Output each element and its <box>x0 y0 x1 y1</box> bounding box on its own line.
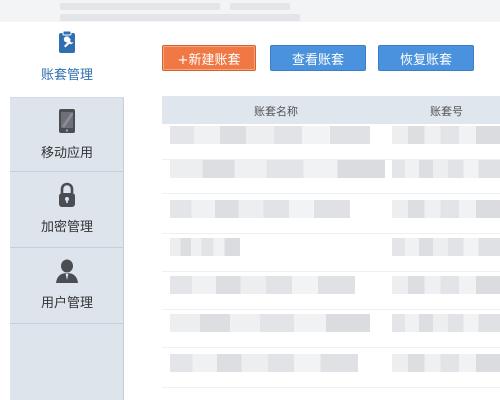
table-row[interactable] <box>162 354 500 388</box>
window-top-strip <box>0 0 500 22</box>
table-row[interactable] <box>162 160 500 194</box>
user-icon <box>55 258 79 288</box>
account-set-table: 账套名称 账套号 <box>162 96 500 400</box>
table-header: 账套名称 账套号 <box>162 96 500 124</box>
table-row[interactable] <box>162 314 500 348</box>
blurred-cell <box>170 160 385 178</box>
sidebar-item-encryption[interactable]: 加密管理 <box>10 172 124 248</box>
sidebar-item-label: 账套管理 <box>40 68 93 83</box>
blurred-header-text <box>230 3 290 10</box>
column-header-number: 账套号 <box>430 105 463 118</box>
view-account-set-button[interactable]: 查看账套 <box>270 45 366 71</box>
blurred-cell <box>392 238 500 256</box>
blurred-cell <box>392 160 500 178</box>
blurred-cell <box>170 314 370 332</box>
table-row[interactable] <box>162 200 500 234</box>
new-account-set-button[interactable]: +新建账套 <box>162 45 256 71</box>
sidebar-item-mobile-apps[interactable]: 移动应用 <box>10 96 124 172</box>
blurred-cell <box>170 126 370 144</box>
blurred-cell <box>392 314 500 332</box>
padlock-icon <box>57 182 77 212</box>
sidebar-item-label: 移动应用 <box>40 146 93 161</box>
table-row[interactable] <box>162 276 500 310</box>
blurred-cell <box>392 276 500 294</box>
blurred-cell <box>392 126 500 144</box>
blurred-header-text <box>60 3 220 10</box>
column-header-name: 账套名称 <box>254 105 298 118</box>
table-row[interactable] <box>162 126 500 160</box>
blurred-header-text <box>60 14 300 21</box>
blurred-cell <box>170 238 240 256</box>
sidebar-item-account-sets[interactable]: 账套管理 <box>10 22 124 98</box>
blurred-cell <box>170 354 358 372</box>
sidebar-item-label: 加密管理 <box>40 220 93 235</box>
sidebar-item-users[interactable]: 用户管理 <box>10 248 124 324</box>
sidebar-item-label: 用户管理 <box>40 296 93 311</box>
blurred-cell <box>170 276 355 294</box>
blurred-cell <box>392 200 500 218</box>
restore-account-set-button[interactable]: 恢复账套 <box>378 45 474 71</box>
blurred-cell <box>170 200 350 218</box>
sidebar: 账套管理 移动应用 加密管理 用户管理 <box>10 22 124 400</box>
blurred-cell <box>392 354 500 372</box>
table-row[interactable] <box>162 238 500 272</box>
mobile-phone-icon <box>58 108 76 138</box>
wrench-clipboard-icon <box>57 30 77 58</box>
